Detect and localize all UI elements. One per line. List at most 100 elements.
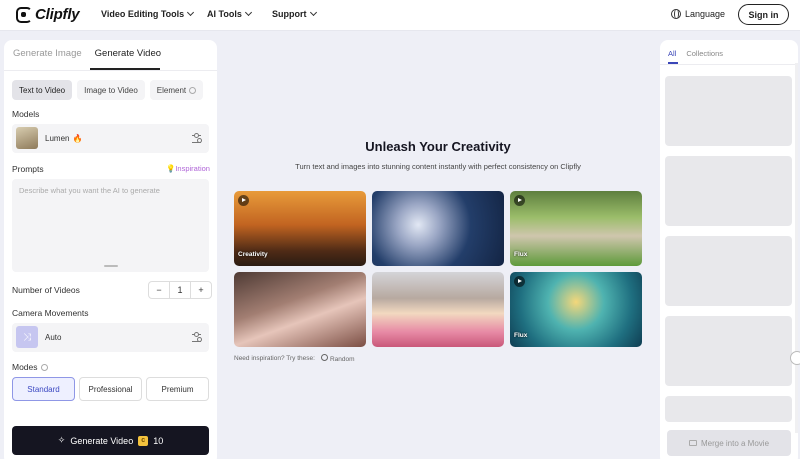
sign-in-button[interactable]: Sign in xyxy=(738,4,789,25)
placeholder-card xyxy=(665,236,792,306)
inspiration-row: Need inspiration? Try these: Random xyxy=(234,354,355,363)
globe-icon xyxy=(671,9,681,19)
chevron-down-icon xyxy=(309,8,317,17)
play-icon xyxy=(514,195,525,206)
camera-value: Auto xyxy=(45,333,62,342)
example-card[interactable] xyxy=(372,272,504,347)
card-label: Flux xyxy=(514,332,528,339)
credit-cost: 10 xyxy=(153,435,164,446)
model-name-text: Lumen xyxy=(45,134,70,143)
prompt-placeholder: Describe what you want the AI to generat… xyxy=(19,186,160,195)
example-card[interactable] xyxy=(234,272,366,347)
info-icon xyxy=(189,86,197,94)
divider xyxy=(660,64,798,65)
logo-icon xyxy=(16,6,32,23)
clipfly-logo[interactable]: Clipfly xyxy=(16,6,80,23)
nav-label: Support xyxy=(272,9,307,19)
flame-icon: 🔥 xyxy=(72,134,83,143)
chevron-down-icon xyxy=(244,8,252,17)
resize-handle[interactable] xyxy=(104,265,118,267)
models-label: Models xyxy=(12,109,40,119)
prompt-textarea[interactable]: Describe what you want the AI to generat… xyxy=(12,179,209,272)
inspiration-link[interactable]: 💡Inspiration xyxy=(166,164,210,173)
hero-subtitle: Turn text and images into stunning conte… xyxy=(295,162,581,171)
stepper-value[interactable]: 1 xyxy=(169,282,191,298)
generate-tabs: Generate Image Generate Video xyxy=(13,48,161,59)
left-panel: Generate Image Generate Video Text to Vi… xyxy=(4,40,217,459)
tab-label: Element xyxy=(156,85,187,95)
refresh-icon xyxy=(320,354,328,361)
camera-movement-selector[interactable]: ⤨ Auto xyxy=(12,323,209,352)
modes-label: Modes xyxy=(12,362,38,372)
library-tabs: All Collections xyxy=(668,49,723,58)
example-card[interactable]: Flux xyxy=(510,191,642,266)
placeholder-card xyxy=(665,396,792,422)
settings-sliders-icon[interactable] xyxy=(192,332,202,342)
mode-premium[interactable]: Premium xyxy=(146,377,209,401)
inspiration-label: Inspiration xyxy=(175,164,210,173)
scrollbar[interactable] xyxy=(795,63,798,433)
tab-label: Image to Video xyxy=(84,85,138,95)
hero-title: Unleash Your Creativity xyxy=(365,139,511,154)
tab-text-to-video[interactable]: Text to Video xyxy=(12,80,73,100)
divider xyxy=(4,70,217,71)
chevron-down-icon xyxy=(187,8,195,17)
decrement-button[interactable]: − xyxy=(149,282,169,298)
number-of-videos-label: Number of Videos xyxy=(12,285,80,295)
settings-sliders-icon[interactable] xyxy=(192,133,202,143)
tab-image-to-video[interactable]: Image to Video xyxy=(77,80,145,100)
play-icon xyxy=(238,195,249,206)
nav-support[interactable]: Support xyxy=(272,8,317,19)
placeholder-card xyxy=(665,156,792,226)
tab-all[interactable]: All xyxy=(668,49,676,58)
merge-into-movie-button[interactable]: Merge into a Movie xyxy=(667,430,791,456)
film-icon xyxy=(688,440,697,446)
play-icon xyxy=(514,276,525,287)
nav-ai-tools[interactable]: AI Tools xyxy=(207,8,252,19)
tab-element[interactable]: Element xyxy=(149,80,204,100)
mode-standard[interactable]: Standard xyxy=(12,377,75,401)
merge-label: Merge into a Movie xyxy=(700,438,770,448)
model-name: Lumen 🔥 xyxy=(45,134,82,143)
info-icon xyxy=(40,363,48,371)
shuffle-icon: ⤨ xyxy=(16,326,38,348)
nav-video-editing-tools[interactable]: Video Editing Tools xyxy=(101,8,195,19)
increment-button[interactable]: + xyxy=(191,282,211,298)
language-selector[interactable]: Language xyxy=(671,9,725,19)
mode-tabs: Text to Video Image to Video Element xyxy=(12,80,204,100)
example-card[interactable]: Creativity xyxy=(234,191,366,266)
modes-label-row: Modes xyxy=(12,362,48,372)
tab-collections[interactable]: Collections xyxy=(686,49,723,58)
mode-professional[interactable]: Professional xyxy=(79,377,142,401)
generate-label: Generate Video xyxy=(70,435,134,446)
right-panel: All Collections Merge into a Movie xyxy=(660,40,798,459)
magic-wand-icon: ✧ xyxy=(57,435,66,445)
tab-generate-video[interactable]: Generate Video xyxy=(95,48,161,59)
example-card[interactable]: Flux xyxy=(510,272,642,347)
nav-label: Video Editing Tools xyxy=(101,9,185,19)
top-navbar: Clipfly Video Editing Tools AI Tools Sup… xyxy=(0,0,800,31)
logo-text: Clipfly xyxy=(35,6,80,23)
mode-options: Standard Professional Premium xyxy=(12,377,209,401)
random-label: Random xyxy=(329,356,355,363)
example-card[interactable] xyxy=(372,191,504,266)
placeholder-card xyxy=(665,76,792,146)
camera-movements-label: Camera Movements xyxy=(12,308,89,318)
card-label: Creativity xyxy=(238,251,268,258)
tab-label: Text to Video xyxy=(19,85,66,95)
side-handle[interactable] xyxy=(790,351,800,365)
model-selector[interactable]: Lumen 🔥 xyxy=(12,124,209,153)
card-label: Flux xyxy=(514,251,528,258)
generate-video-button[interactable]: ✧ Generate Video c 10 xyxy=(12,426,209,455)
model-thumbnail xyxy=(16,127,38,149)
placeholder-card xyxy=(665,316,792,386)
active-tab-indicator xyxy=(90,68,160,70)
nav-label: AI Tools xyxy=(207,9,242,19)
need-inspiration-text: Need inspiration? Try these: xyxy=(234,355,315,362)
random-button[interactable]: Random xyxy=(320,354,355,363)
tab-generate-image[interactable]: Generate Image xyxy=(13,48,82,59)
number-of-videos-stepper: − 1 + xyxy=(148,281,212,299)
credit-icon: c xyxy=(138,435,149,446)
language-label: Language xyxy=(685,9,726,19)
prompts-label: Prompts xyxy=(12,164,44,174)
